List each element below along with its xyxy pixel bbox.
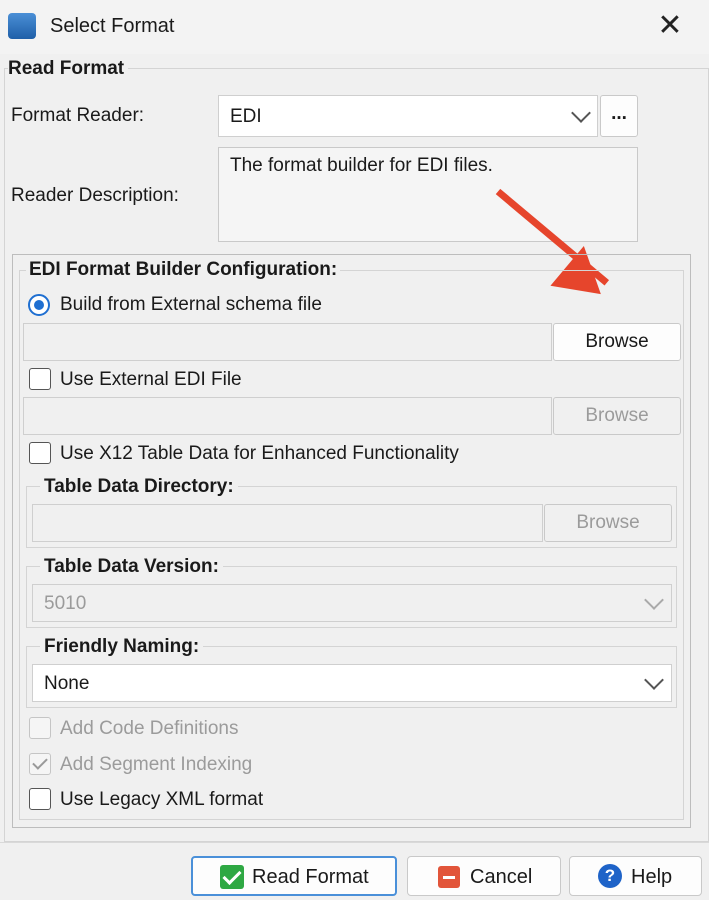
footer-divider bbox=[0, 842, 709, 843]
format-reader-select[interactable]: EDI bbox=[218, 95, 598, 137]
cancel-button-label: Cancel bbox=[470, 866, 533, 888]
table-data-browse-button[interactable]: Browse bbox=[544, 504, 672, 542]
build-external-schema-label: Build from External schema file bbox=[60, 294, 322, 315]
reader-description-label: Reader Description: bbox=[11, 185, 179, 206]
help-button-label: Help bbox=[631, 866, 673, 888]
table-data-version-value: 5010 bbox=[44, 593, 87, 614]
read-format-button-label: Read Format bbox=[252, 866, 369, 888]
add-code-definitions-checkbox[interactable] bbox=[29, 717, 51, 739]
read-format-button[interactable]: Read Format bbox=[191, 856, 397, 896]
check-icon bbox=[32, 754, 48, 770]
use-x12-label: Use X12 Table Data for Enhanced Function… bbox=[60, 443, 459, 464]
add-code-definitions-label: Add Code Definitions bbox=[60, 718, 239, 739]
check-icon bbox=[220, 865, 244, 889]
use-legacy-xml-checkbox[interactable] bbox=[29, 788, 51, 810]
add-segment-indexing-label: Add Segment Indexing bbox=[60, 754, 253, 775]
edi-file-input[interactable] bbox=[23, 397, 552, 435]
use-external-edi-checkbox[interactable] bbox=[29, 368, 51, 390]
chevron-down-icon bbox=[571, 103, 591, 123]
help-button[interactable]: ? Help bbox=[569, 856, 702, 896]
reader-description-text: The format builder for EDI files. bbox=[218, 147, 638, 242]
build-external-schema-radio[interactable] bbox=[28, 294, 50, 316]
chevron-down-icon bbox=[644, 670, 664, 690]
chevron-down-icon bbox=[644, 590, 664, 610]
friendly-naming-title: Friendly Naming: bbox=[40, 636, 204, 658]
format-reader-value: EDI bbox=[230, 106, 262, 127]
table-data-version-select[interactable]: 5010 bbox=[32, 584, 672, 622]
schema-file-input[interactable] bbox=[23, 323, 552, 361]
format-reader-label: Format Reader: bbox=[11, 105, 145, 126]
read-format-group-title: Read Format bbox=[8, 58, 129, 80]
friendly-naming-select[interactable]: None bbox=[32, 664, 672, 702]
table-data-version-title: Table Data Version: bbox=[40, 556, 223, 578]
app-icon bbox=[8, 13, 36, 39]
use-external-edi-label: Use External EDI File bbox=[60, 369, 242, 390]
help-icon: ? bbox=[598, 864, 622, 888]
config-group-title: EDI Format Builder Configuration: bbox=[26, 259, 341, 281]
window-title: Select Format bbox=[50, 15, 175, 37]
format-reader-more-button[interactable]: ... bbox=[600, 95, 638, 137]
use-legacy-xml-label: Use Legacy XML format bbox=[60, 789, 264, 810]
minus-icon bbox=[438, 866, 460, 888]
close-button[interactable]: ✕ bbox=[648, 6, 692, 46]
add-segment-indexing-checkbox[interactable] bbox=[29, 753, 51, 775]
edi-browse-button[interactable]: Browse bbox=[553, 397, 681, 435]
radio-selected-dot bbox=[34, 300, 44, 310]
friendly-naming-value: None bbox=[44, 673, 90, 694]
cancel-button[interactable]: Cancel bbox=[407, 856, 561, 896]
table-data-directory-title: Table Data Directory: bbox=[40, 476, 238, 498]
table-data-directory-input[interactable] bbox=[32, 504, 543, 542]
schema-browse-button[interactable]: Browse bbox=[553, 323, 681, 361]
use-x12-checkbox[interactable] bbox=[29, 442, 51, 464]
